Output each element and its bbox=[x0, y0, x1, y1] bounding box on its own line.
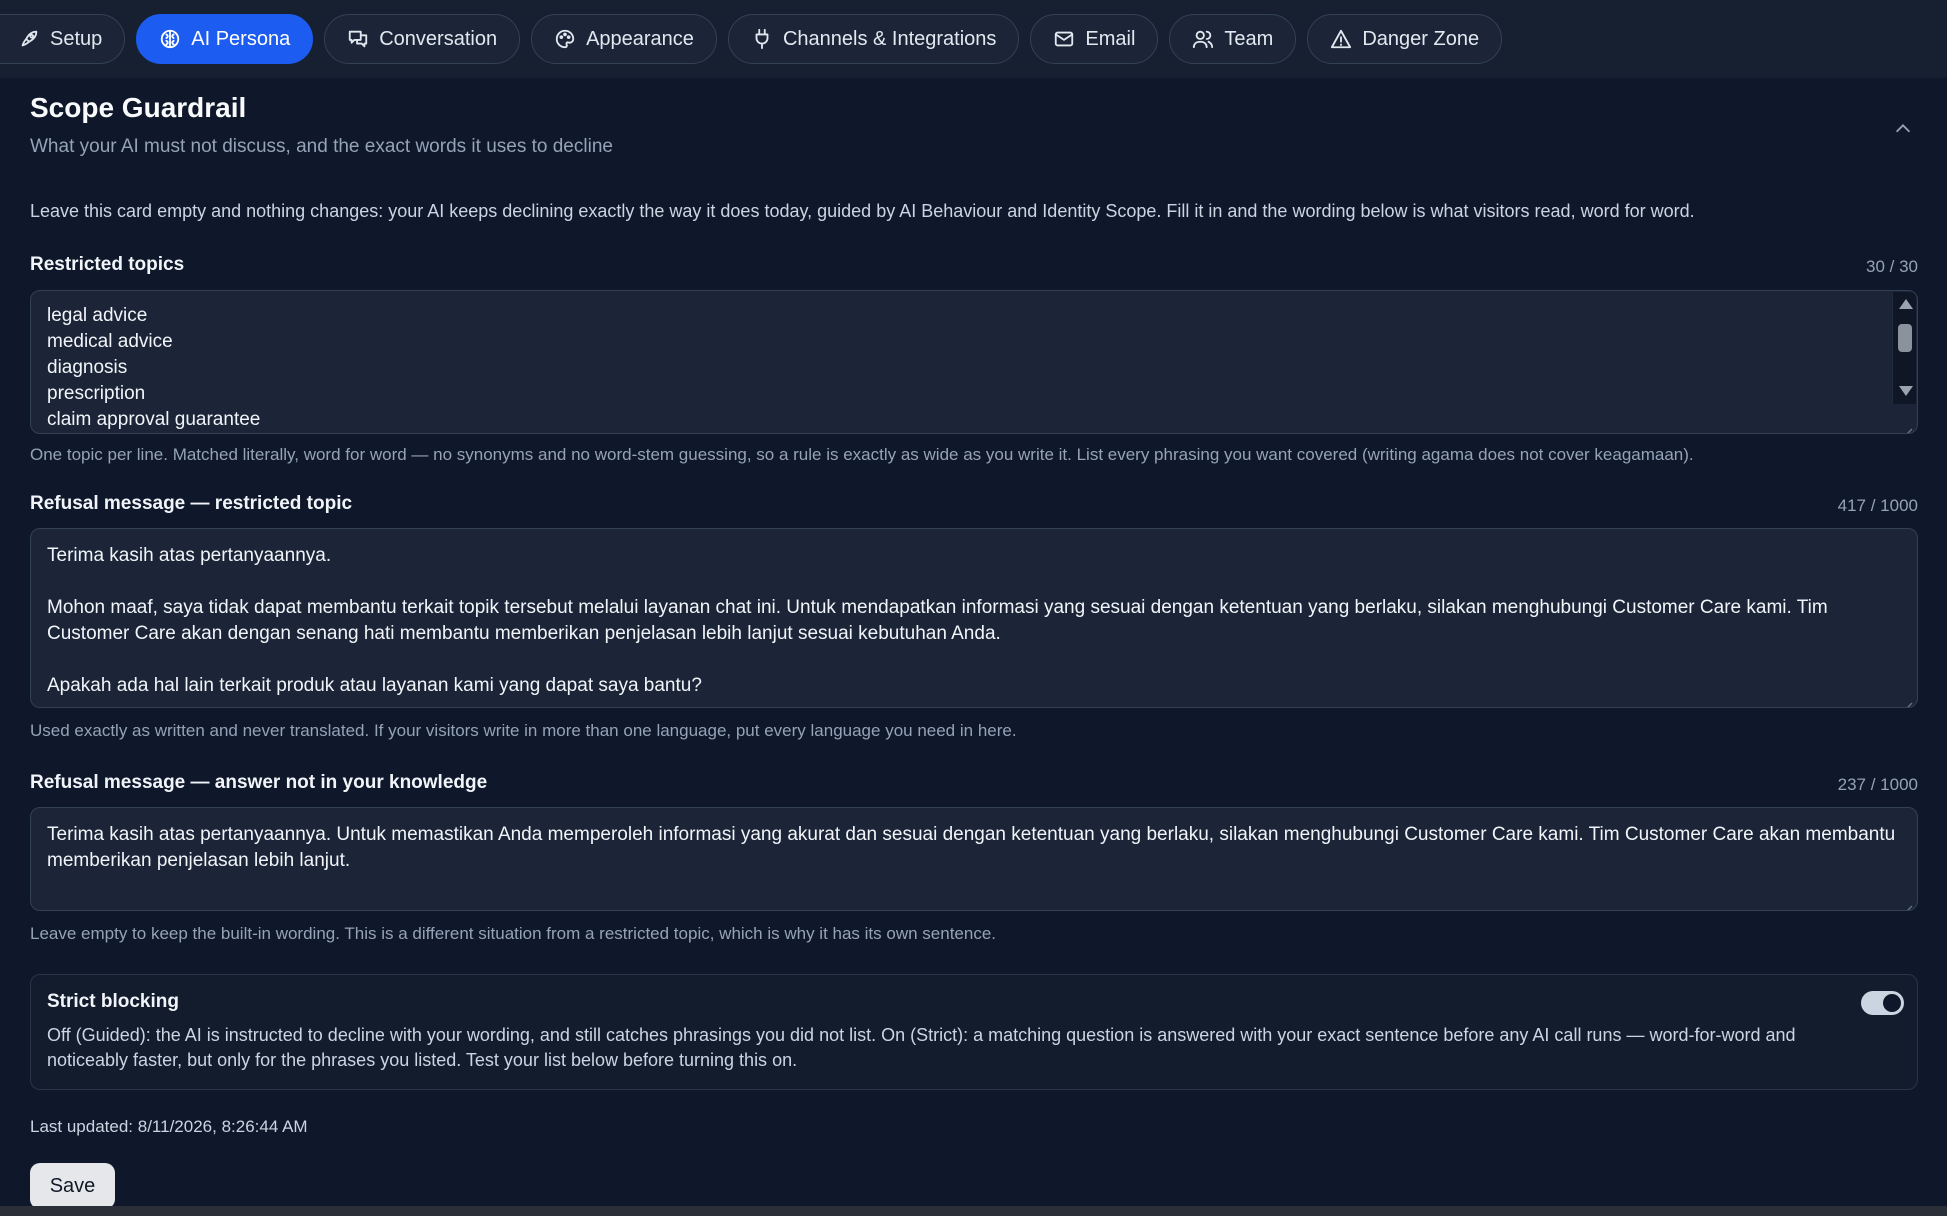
restricted-topics-textarea[interactable]: legal advice medical advice diagnosis pr… bbox=[30, 290, 1918, 434]
tab-setup[interactable]: Setup bbox=[0, 14, 126, 64]
tab-channels-integrations[interactable]: Channels & Integrations bbox=[727, 14, 1020, 64]
scroll-thumb[interactable] bbox=[1898, 324, 1912, 352]
message-line: Terima kasih atas pertanyaannya. Untuk m… bbox=[47, 824, 1901, 871]
tab-appearance[interactable]: Appearance bbox=[531, 14, 717, 64]
topic-line: claim approval guarantee bbox=[47, 409, 261, 430]
tab-label: AI Persona bbox=[191, 27, 291, 50]
refusal-restricted-label: Refusal message — restricted topic bbox=[30, 493, 353, 514]
refusal-restricted-counter: 417 / 1000 bbox=[1837, 496, 1918, 515]
resize-handle-icon[interactable] bbox=[1903, 420, 1913, 433]
collapse-card-button[interactable] bbox=[1888, 114, 1918, 144]
tab-label: Appearance bbox=[586, 27, 694, 50]
topics-scrollbar[interactable] bbox=[1892, 292, 1916, 404]
resize-handle-icon[interactable] bbox=[1903, 897, 1913, 910]
restricted-topics-help: One topic per line. Matched literally, w… bbox=[30, 445, 1694, 464]
tab-label: Setup bbox=[50, 27, 103, 50]
tab-danger-zone[interactable]: Danger Zone bbox=[1307, 14, 1503, 64]
bottom-edge-bar bbox=[0, 1206, 1947, 1216]
settings-tab-bar: Setup AI Persona Conversation Appearance… bbox=[0, 0, 1947, 78]
last-updated-text: Last updated: 8/11/2026, 8:26:44 AM bbox=[30, 1117, 308, 1136]
scroll-down-arrow-icon[interactable] bbox=[1899, 386, 1913, 396]
tab-email[interactable]: Email bbox=[1030, 14, 1159, 64]
card-subtitle: What your AI must not discuss, and the e… bbox=[30, 136, 613, 157]
topic-line: prescription bbox=[47, 383, 146, 404]
plug-icon bbox=[755, 28, 769, 50]
message-line: Terima kasih atas pertanyaannya. bbox=[47, 545, 332, 566]
restricted-topics-label: Restricted topics bbox=[30, 254, 185, 275]
refusal-restricted-textarea[interactable]: Terima kasih atas pertanyaannya. Mohon m… bbox=[30, 528, 1918, 708]
message-line: Apakah ada hal lain terkait produk atau … bbox=[47, 675, 702, 696]
card-intro-text: Leave this card empty and nothing change… bbox=[30, 201, 1695, 221]
users-icon bbox=[1193, 30, 1214, 49]
card-title: Scope Guardrail bbox=[30, 92, 247, 123]
topic-line: medical advice bbox=[47, 331, 173, 352]
tab-label: Email bbox=[1085, 27, 1136, 50]
save-button[interactable]: Save bbox=[30, 1163, 115, 1209]
chevron-up-icon bbox=[1895, 124, 1911, 133]
chat-icon bbox=[349, 30, 368, 48]
message-line bbox=[47, 647, 1901, 673]
brain-icon bbox=[161, 29, 180, 49]
tab-conversation[interactable]: Conversation bbox=[324, 14, 521, 64]
refusal-restricted-help: Used exactly as written and never transl… bbox=[30, 721, 1017, 740]
tab-label: Team bbox=[1224, 27, 1274, 50]
warning-icon bbox=[1331, 29, 1352, 49]
tab-label: Conversation bbox=[379, 27, 498, 50]
message-line: Mohon maaf, saya tidak dapat membantu te… bbox=[47, 597, 1833, 644]
tab-team[interactable]: Team bbox=[1169, 14, 1297, 64]
strict-blocking-description: Off (Guided): the AI is instructed to de… bbox=[47, 1025, 1796, 1070]
topic-line: legal advice bbox=[47, 305, 148, 326]
tab-label: Danger Zone bbox=[1362, 27, 1480, 50]
message-line bbox=[47, 569, 1901, 595]
refusal-knowledge-textarea[interactable]: Terima kasih atas pertanyaannya. Untuk m… bbox=[30, 807, 1918, 911]
toggle-knob bbox=[1883, 994, 1901, 1012]
refusal-knowledge-label: Refusal message — answer not in your kno… bbox=[30, 772, 488, 793]
rocket-icon bbox=[21, 30, 38, 47]
restricted-topics-counter: 30 / 30 bbox=[1866, 257, 1918, 276]
strict-blocking-title: Strict blocking bbox=[47, 991, 179, 1012]
resize-handle-icon[interactable] bbox=[1903, 694, 1913, 707]
scroll-up-arrow-icon[interactable] bbox=[1899, 299, 1913, 309]
palette-icon bbox=[555, 29, 575, 49]
strict-blocking-panel: Strict blocking Off (Guided): the AI is … bbox=[30, 974, 1918, 1090]
refusal-knowledge-help: Leave empty to keep the built-in wording… bbox=[30, 924, 997, 943]
tab-label: Channels & Integrations bbox=[782, 27, 997, 50]
topic-line: diagnosis bbox=[47, 357, 128, 378]
mail-icon bbox=[1055, 31, 1074, 47]
refusal-knowledge-counter: 237 / 1000 bbox=[1837, 775, 1918, 794]
strict-blocking-toggle[interactable] bbox=[1861, 991, 1904, 1015]
tab-ai-persona[interactable]: AI Persona bbox=[136, 14, 314, 64]
